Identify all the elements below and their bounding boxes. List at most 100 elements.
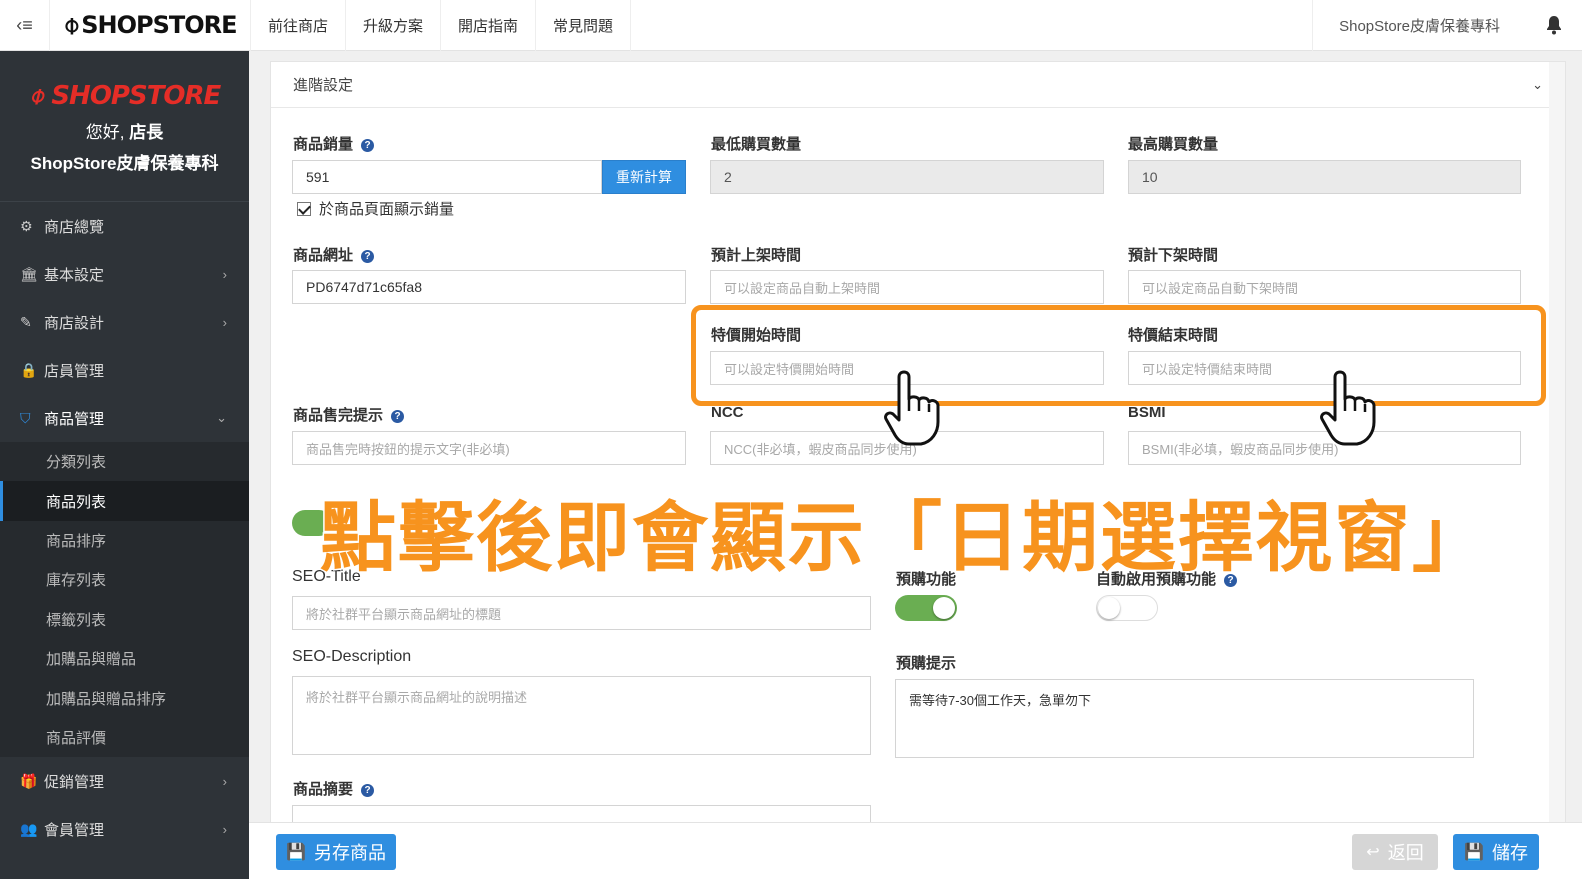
checkbox-checked-icon[interactable] (297, 201, 311, 216)
brand-text: SHOPSTORE (81, 11, 237, 39)
sub-item-addons-sort[interactable]: 加購品與贈品排序 (0, 678, 249, 717)
bottom-action-bar: 💾 另存商品 ↩ 返回 💾 儲存 (249, 822, 1582, 879)
chevron-right-icon: › (222, 821, 227, 837)
help-icon[interactable]: ? (361, 783, 375, 797)
sidebar-item-store-design[interactable]: ✎ 商店設計 › (0, 298, 249, 346)
nav-faq[interactable]: 常見問題 (535, 0, 632, 51)
greeting: 您好, 店長 (0, 118, 249, 143)
nav-guide[interactable]: 開店指南 (440, 0, 535, 51)
seo-desc-textarea[interactable]: 將於社群平台顯示商品網址的說明描述 (292, 676, 871, 755)
max-qty-input[interactable]: 10 (1128, 160, 1521, 194)
offshelf-time-input[interactable]: 可以設定商品自動下架時間 (1128, 270, 1521, 304)
top-bar: ‹≡ ⌽ SHOPSTORE 前往商店 升級方案 開店指南 常見問題 ShopSt… (0, 0, 1582, 51)
greeting-name: 店長 (129, 123, 164, 142)
min-qty-input[interactable]: 2 (710, 160, 1104, 194)
nav-go-store[interactable]: 前往商店 (250, 0, 345, 51)
greeting-prefix: 您好, (85, 123, 130, 142)
seo-desc-label: SEO-Description (292, 648, 412, 665)
help-icon[interactable]: ? (361, 138, 375, 152)
save-as-button[interactable]: 💾 另存商品 (276, 834, 396, 870)
bsmi-label: BSMI (1128, 404, 1166, 421)
save-label: 儲存 (1491, 843, 1528, 863)
show-sales-checkbox[interactable]: 於商品頁面顯示銷量 (297, 198, 454, 219)
sidebar-item-label: 商店總覽 (44, 218, 105, 236)
sidebar: ⌽ SHOPSTORE 您好, 店長 ShopStore皮膚保養專科 ⚙ 商店總覽… (0, 51, 249, 879)
sidebar-logo: ⌽ SHOPSTORE (0, 81, 249, 112)
seo-title-input[interactable]: 將於社群平台顯示商品網址的標題 (292, 596, 871, 630)
products-submenu: 分類列表 商品列表 商品排序 庫存列表 標籤列表 加購品與贈品 加購品與贈品排序… (0, 442, 249, 758)
sub-item-inventory[interactable]: 庫存列表 (0, 560, 249, 599)
help-icon[interactable]: ? (391, 409, 405, 423)
save-as-label: 另存商品 (313, 843, 386, 863)
chevron-right-icon: › (222, 314, 227, 330)
preorder-hint-textarea[interactable]: 需等待7-30個工作天，急單勿下 (895, 679, 1474, 758)
sidebar-item-label: 會員管理 (44, 821, 105, 839)
dashboard-icon: ⚙ (20, 217, 33, 234)
chevron-right-icon: › (222, 773, 227, 789)
panel-header[interactable]: 進階設定 ⌄ (271, 62, 1565, 108)
lock-icon: 🔒 (20, 361, 38, 378)
sales-input[interactable]: 591 (292, 160, 602, 194)
scrollbar[interactable] (1549, 62, 1565, 879)
filter-icon: ⛉ (20, 409, 31, 426)
launch-time-input[interactable]: 可以設定商品自動上架時間 (710, 270, 1104, 304)
sidebar-menu: ⚙ 商店總覽 🏛 基本設定 › ✎ 商店設計 › 🔒 店員管理 ⛉ 商品管理 ⌄ (0, 202, 249, 442)
sidebar-item-staff[interactable]: 🔒 店員管理 (0, 346, 249, 394)
url-label: 商品網址? (293, 244, 375, 265)
bell-icon[interactable] (1526, 0, 1582, 51)
chevron-down-icon[interactable]: ⌄ (1532, 77, 1543, 93)
chevron-right-icon: › (222, 266, 227, 282)
sidebar-item-members[interactable]: 👥 會員管理 › (0, 805, 249, 853)
sidebar-item-label: 商店設計 (44, 314, 105, 332)
sidebar-item-basic-settings[interactable]: 🏛 基本設定 › (0, 250, 249, 298)
back-button[interactable]: ↩ 返回 (1352, 834, 1438, 870)
annotation-text: 點擊後即會顯示「日期選擇視窗」 (319, 492, 1490, 584)
gift-icon: 🎁 (20, 772, 38, 789)
sidebar-item-label: 基本設定 (44, 266, 105, 284)
back-label: 返回 (1387, 843, 1424, 863)
soldout-label: 商品售完提示? (293, 404, 405, 425)
top-nav: 前往商店 升級方案 開店指南 常見問題 (250, 0, 632, 51)
launch-time-label: 預計上架時間 (711, 247, 802, 264)
sub-item-product-list[interactable]: 商品列表 (0, 481, 249, 521)
hand-cursor-icon (884, 370, 940, 446)
sub-item-reviews[interactable]: 商品評價 (0, 718, 249, 757)
help-icon[interactable]: ? (361, 249, 375, 263)
preorder-toggle[interactable] (895, 595, 957, 621)
chevron-down-icon: ⌄ (216, 410, 227, 425)
recalc-button[interactable]: 重新計算 (602, 160, 686, 194)
sidebar-item-products[interactable]: ⛉ 商品管理 ⌄ (0, 394, 249, 442)
sidebar-item-promotions[interactable]: 🎁 促銷管理 › (0, 757, 249, 805)
sidebar-logo-text: SHOPSTORE (51, 81, 221, 111)
save-button[interactable]: 💾 儲存 (1453, 834, 1539, 870)
sidebar-store-name: ShopStore皮膚保養專科 (30, 154, 219, 173)
soldout-input[interactable]: 商品售完時按鈕的提示文字(非必填) (292, 431, 686, 465)
sub-item-categories[interactable]: 分類列表 (0, 442, 249, 481)
url-input[interactable]: PD6747d71c65fa8 (292, 270, 686, 304)
sidebar-item-overview[interactable]: ⚙ 商店總覽 (0, 202, 249, 250)
preorder-hint-label: 預購提示 (896, 655, 957, 672)
brand-glyph-icon: ⌽ (63, 8, 80, 41)
store-name-link[interactable]: ShopStore皮膚保養專科 (1312, 0, 1526, 51)
sub-item-tags[interactable]: 標籤列表 (0, 600, 249, 639)
sidebar-header: ⌽ SHOPSTORE 您好, 店長 ShopStore皮膚保養專科 (0, 51, 249, 202)
ncc-label: NCC (711, 404, 744, 421)
brand-logo[interactable]: ⌽ SHOPSTORE (50, 0, 250, 51)
sidebar-item-label: 店員管理 (44, 362, 105, 380)
toggle-knob (933, 597, 955, 619)
sidebar-item-label: 促銷管理 (44, 773, 105, 791)
bank-icon: 🏛 (20, 265, 38, 282)
min-qty-label: 最低購買數量 (711, 136, 802, 153)
show-sales-label: 於商品頁面顯示銷量 (319, 201, 455, 218)
panel-title: 進階設定 (293, 77, 354, 94)
sidebar-logo-icon: ⌽ (28, 81, 52, 111)
auto-preorder-toggle[interactable] (1096, 595, 1158, 621)
highlight-box (691, 305, 1546, 406)
offshelf-time-label: 預計下架時間 (1128, 247, 1219, 264)
summary-label: 商品摘要? (293, 778, 375, 799)
sub-item-product-sort[interactable]: 商品排序 (0, 521, 249, 560)
sub-item-addons[interactable]: 加購品與贈品 (0, 639, 249, 678)
menu-toggle-icon[interactable]: ‹≡ (0, 0, 50, 51)
max-qty-label: 最高購買數量 (1128, 136, 1219, 153)
nav-upgrade[interactable]: 升級方案 (345, 0, 440, 51)
